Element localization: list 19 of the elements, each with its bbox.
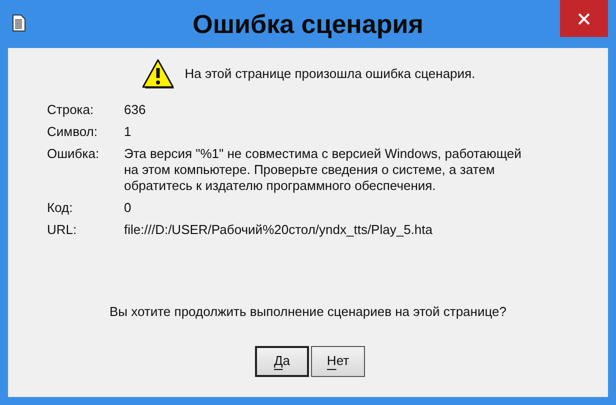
detail-value: file:///D:/USER/Рабочий%20стол/yndx_tts/Play_5.hta xyxy=(124,222,434,238)
document-icon[interactable] xyxy=(12,14,26,32)
error-message: На этой странице произошла ошибка сценария. xyxy=(184,65,476,84)
detail-value: Эта версия "%1" не совместима с версией Windows, работающей на этом компьютере. Проверьте сведения о системе, а затем обратитесь к издателю программного обеспечения. xyxy=(124,146,522,194)
detail-label: Строка: xyxy=(47,102,95,118)
detail-label: URL: xyxy=(47,222,78,238)
detail-value: 1 xyxy=(124,124,132,140)
close-button[interactable] xyxy=(560,0,608,37)
detail-label: Ошибка: xyxy=(47,146,100,163)
detail-label: Код: xyxy=(47,200,74,216)
dialog-button[interactable]: Да xyxy=(255,346,309,376)
detail-label: Символ: xyxy=(47,124,98,140)
detail-value: 0 xyxy=(124,200,132,216)
detail-value: 636 xyxy=(124,102,147,118)
dialog-button[interactable]: Нет xyxy=(311,346,365,376)
warning-icon xyxy=(140,58,175,90)
close-icon xyxy=(578,12,590,24)
question-text: Вы хотите продолжить выполнение сценариев на этой странице? xyxy=(109,303,506,321)
window-title: Ошибка сценария xyxy=(192,8,424,40)
